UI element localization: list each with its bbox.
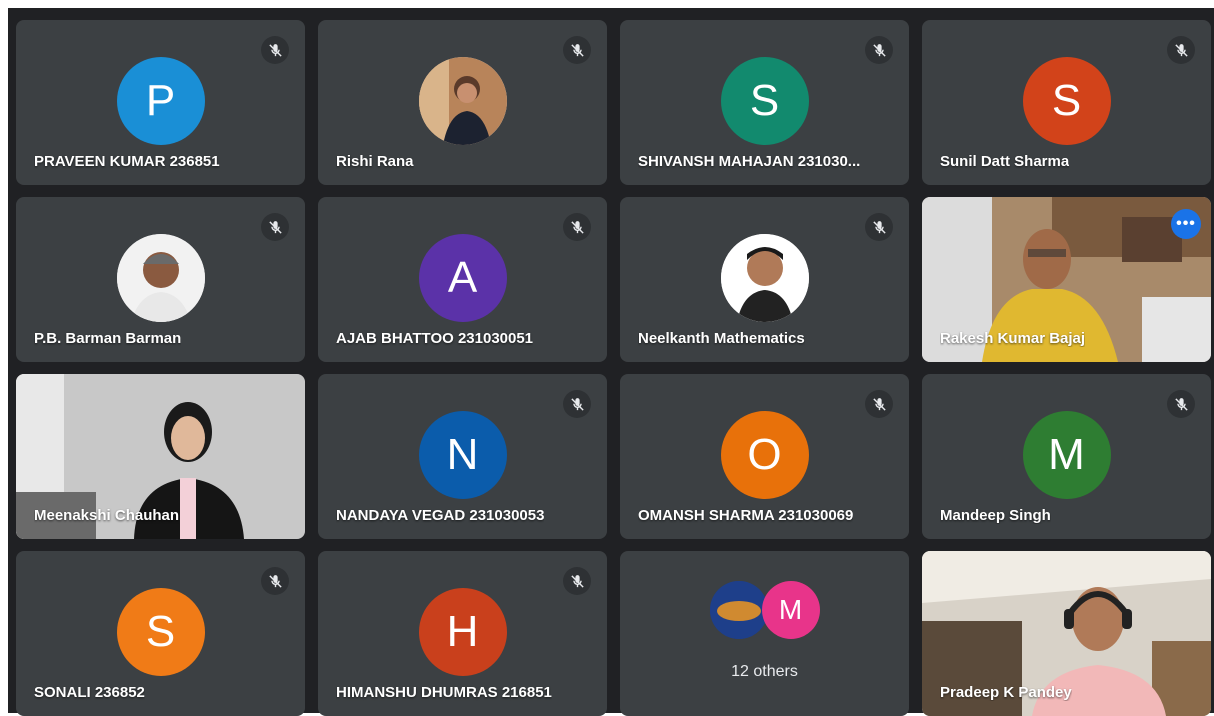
participant-name: Meenakshi Chauhan [34,507,180,524]
meeting-stage: P PRAVEEN KUMAR 236851 Rishi Rana S SHIV… [8,8,1214,716]
participant-tile[interactable]: A AJAB BHATTOO 231030051 [318,197,607,362]
mic-off-icon [563,390,591,418]
avatar: M [1022,411,1111,499]
avatar: S [1022,57,1111,145]
avatar: M [761,581,820,639]
participant-name: SONALI 236852 [34,684,145,701]
participant-tile[interactable]: N NANDAYA VEGAD 231030053 [318,374,607,539]
participant-tile[interactable]: S SHIVANSH MAHAJAN 231030... [620,20,909,185]
participant-name: AJAB BHATTOO 231030051 [336,330,534,347]
participant-name: Rakesh Kumar Bajaj [940,330,1086,347]
others-avatars: M [620,581,909,639]
avatar: P [116,57,205,145]
avatar: N [418,411,507,499]
participant-name: Sunil Datt Sharma [940,153,1070,170]
mic-off-icon [1167,390,1195,418]
participant-name: HIMANSHU DHUMRAS 216851 [336,684,552,701]
participant-name: PRAVEEN KUMAR 236851 [34,153,220,170]
avatar [116,234,205,322]
participant-tile[interactable]: S Sunil Datt Sharma [922,20,1211,185]
participant-name: SHIVANSH MAHAJAN 231030... [638,153,861,170]
avatar: O [720,411,809,499]
participant-tile[interactable]: P PRAVEEN KUMAR 236851 [16,20,305,185]
avatar: H [418,588,507,676]
others-count-label: 12 others [731,663,798,680]
avatar: S [116,588,205,676]
participant-name: Rishi Rana [336,153,414,170]
participant-tile[interactable]: Pradeep K Pandey [922,551,1211,716]
participant-tile[interactable]: P.B. Barman Barman [16,197,305,362]
participant-tile[interactable]: S SONALI 236852 [16,551,305,716]
avatar: S [720,57,809,145]
mic-off-icon [865,213,893,241]
participant-tile[interactable]: M Mandeep Singh [922,374,1211,539]
avatar: A [418,234,507,322]
avatar [709,581,768,639]
mic-off-icon [865,390,893,418]
participant-tile-active-speaker[interactable]: ••• Rakesh Kumar Bajaj [922,197,1211,362]
participant-tile[interactable]: Meenakshi Chauhan [16,374,305,539]
participant-name: OMANSH SHARMA 231030069 [638,507,854,524]
avatar [720,234,809,322]
participant-name: P.B. Barman Barman [34,330,182,347]
more-options-icon[interactable]: ••• [1171,209,1201,239]
participant-tile[interactable]: Neelkanth Mathematics [620,197,909,362]
participant-name: Neelkanth Mathematics [638,330,805,347]
mic-off-icon [563,36,591,64]
participant-tile[interactable]: O OMANSH SHARMA 231030069 [620,374,909,539]
participant-tile[interactable]: H HIMANSHU DHUMRAS 216851 [318,551,607,716]
mic-off-icon [563,567,591,595]
participant-name: NANDAYA VEGAD 231030053 [336,507,545,524]
others-tile[interactable]: M 12 others [620,551,909,716]
mic-off-icon [261,36,289,64]
avatar [418,57,507,145]
mic-off-icon [261,213,289,241]
mic-off-icon [563,213,591,241]
mic-off-icon [1167,36,1195,64]
participant-grid: P PRAVEEN KUMAR 236851 Rishi Rana S SHIV… [16,20,1211,716]
participant-name: Pradeep K Pandey [940,684,1072,701]
participant-tile[interactable]: Rishi Rana [318,20,607,185]
mic-off-icon [261,567,289,595]
participant-name: Mandeep Singh [940,507,1051,524]
mic-off-icon [865,36,893,64]
